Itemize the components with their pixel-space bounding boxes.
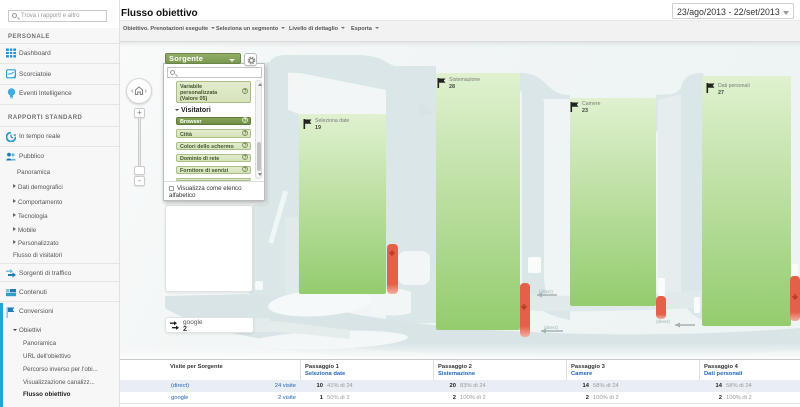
svg-text:(direct): (direct) [544, 325, 559, 330]
svg-text:(direct): (direct) [656, 319, 671, 324]
